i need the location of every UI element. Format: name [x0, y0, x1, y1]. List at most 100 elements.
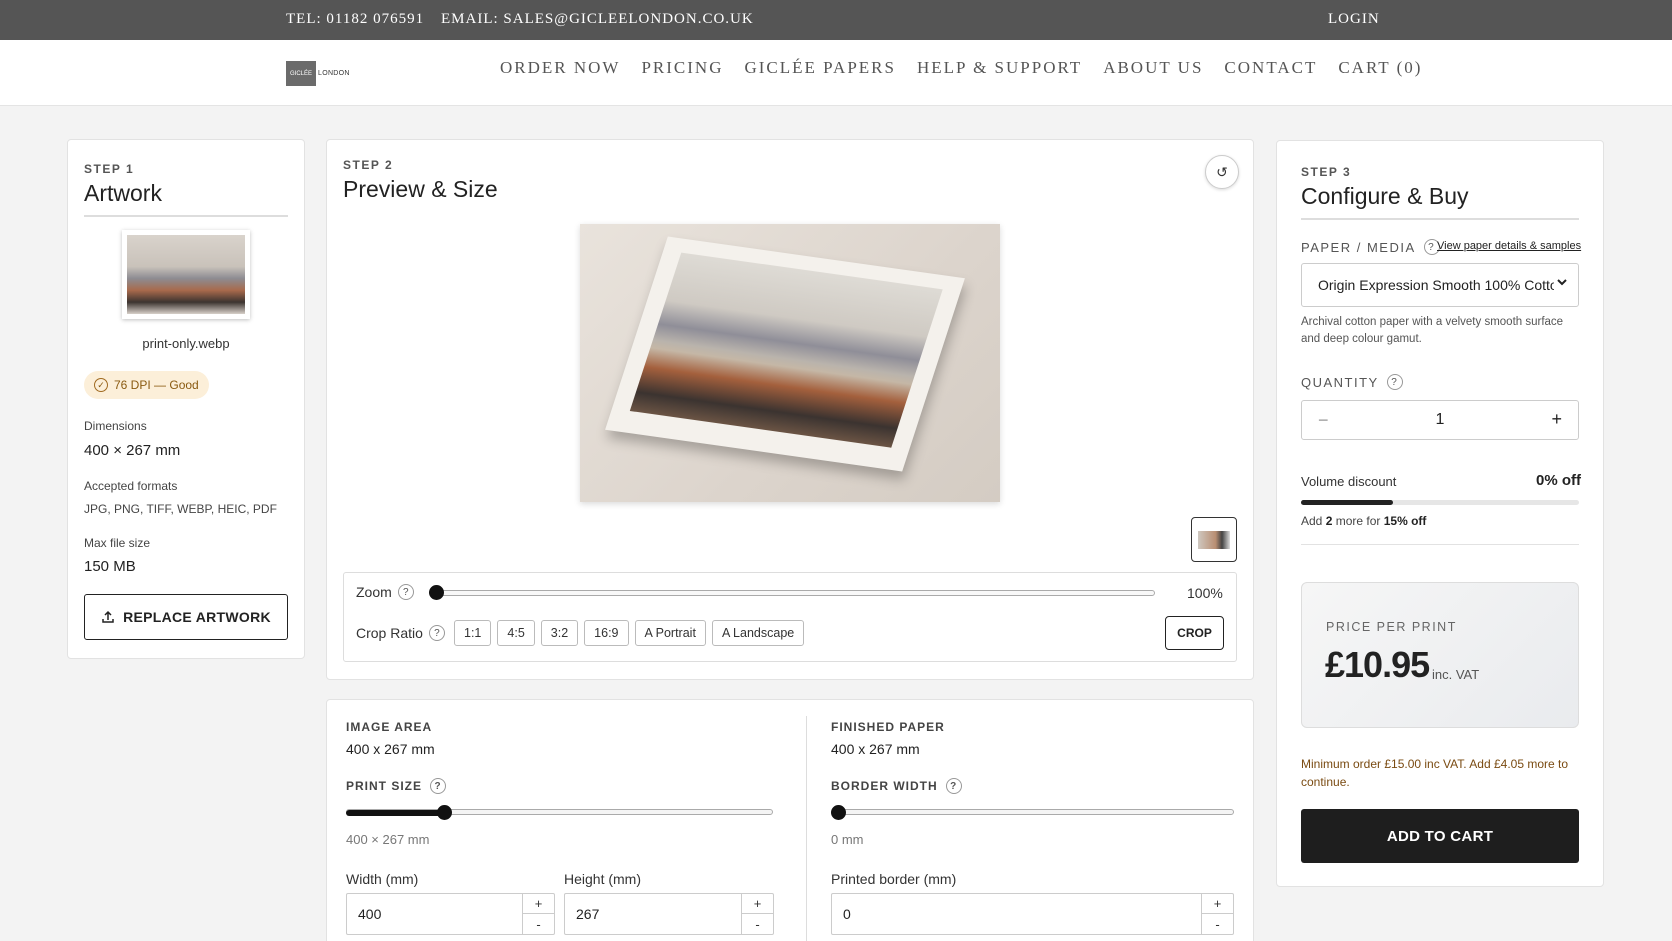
nav-contact[interactable]: CONTACT — [1224, 58, 1317, 78]
width-label: Width (mm) — [346, 871, 419, 887]
step3-title: Configure & Buy — [1301, 183, 1469, 209]
printed-border-label: Printed border (mm) — [831, 871, 957, 887]
quantity-label: QUANTITY — [1301, 374, 1379, 390]
width-input[interactable]: 400 + - — [346, 893, 555, 935]
width-increment[interactable]: + — [523, 894, 554, 914]
reset-icon: ↺ — [1216, 163, 1228, 180]
image-area-value: 400 x 267 mm — [346, 741, 435, 757]
step2-title: Preview & Size — [343, 176, 498, 202]
step1-title: Artwork — [84, 180, 162, 206]
print-size-readout: 400 × 267 mm — [346, 832, 430, 847]
price-per-print-label: PRICE PER PRINT — [1326, 620, 1457, 634]
border-width-label-row: BORDER WIDTH ? — [831, 778, 962, 794]
maxsize-label: Max file size — [84, 536, 151, 550]
zoom-slider-handle[interactable] — [429, 585, 444, 600]
crop-help-icon[interactable]: ? — [428, 625, 445, 641]
artwork-filename: print-only.webp — [142, 336, 230, 351]
replace-artwork-button[interactable]: REPLACE ARTWORK — [84, 594, 288, 640]
ratio-a-landscape[interactable]: A Landscape — [711, 620, 805, 646]
artwork-preview[interactable] — [580, 224, 1000, 502]
crop-ratio-label-row: Crop Ratio ? — [356, 625, 445, 641]
height-label: Height (mm) — [564, 871, 642, 887]
volume-discount-bar-fill — [1301, 500, 1393, 505]
check-circle-icon: ✓ — [94, 378, 108, 392]
formats-label: Accepted formats — [84, 479, 178, 493]
volume-discount-label: Volume discount — [1301, 474, 1397, 489]
quantity-stepper: 1 − + — [1301, 400, 1579, 440]
ratio-3-2[interactable]: 3:2 — [540, 620, 579, 646]
crop-ratio-options: 1:1 4:5 3:2 16:9 A Portrait A Landscape — [454, 620, 805, 646]
view-toggle-thumbnail[interactable] — [1191, 517, 1237, 562]
volume-discount-value: 0% off — [1536, 472, 1581, 489]
zoom-help-icon[interactable]: ? — [397, 584, 414, 600]
step1-artwork-card: STEP 1 Artwork — [67, 139, 305, 659]
maxsize-value: 150 MB — [84, 558, 136, 575]
paper-media-label: PAPER / MEDIA — [1301, 239, 1416, 255]
finished-paper-label: FINISHED PAPER — [831, 720, 945, 734]
email-address[interactable]: EMAIL: SALES@GICLEELONDON.CO.UK — [441, 11, 754, 28]
add-to-cart-button[interactable]: ADD TO CART — [1301, 809, 1579, 863]
sizing-divider — [806, 716, 807, 941]
minimum-order-note: Minimum order £15.00 inc VAT. Add £4.05 … — [1301, 757, 1569, 789]
quantity-decrement[interactable]: − — [1318, 410, 1329, 431]
dimensions-value: 400 × 267 mm — [84, 442, 181, 459]
login-link[interactable]: LOGIN — [1328, 11, 1380, 28]
printed-border-decrement[interactable]: - — [1202, 914, 1233, 934]
border-width-readout: 0 mm — [831, 832, 864, 847]
nav-order-now[interactable]: ORDER NOW — [500, 58, 620, 78]
nav-menu: ORDER NOW PRICING GICLÉE PAPERS HELP & S… — [500, 58, 1443, 78]
paper-selected-value: Origin Expression Smooth 100% Cotton — [1318, 277, 1566, 293]
border-help-icon[interactable]: ? — [945, 778, 962, 794]
paper-media-select[interactable]: Origin Expression Smooth 100% Cotton — [1301, 263, 1579, 307]
section-divider — [1301, 544, 1579, 545]
crop-button[interactable]: CROP — [1165, 616, 1224, 650]
reset-button[interactable]: ↺ — [1205, 155, 1239, 189]
height-increment[interactable]: + — [742, 894, 773, 914]
zoom-label: Zoom — [356, 584, 392, 600]
nav-cart[interactable]: CART (0) — [1338, 58, 1422, 78]
nav-giclee-papers[interactable]: GICLÉE PAPERS — [744, 58, 895, 78]
height-decrement[interactable]: - — [742, 914, 773, 934]
logo-mark: GICLÉE — [286, 61, 316, 86]
phone-number[interactable]: TEL: 01182 076591 — [286, 11, 424, 28]
border-width-slider-handle[interactable] — [831, 805, 846, 820]
print-size-label-row: PRINT SIZE ? — [346, 778, 447, 794]
border-width-slider[interactable] — [831, 809, 1234, 815]
logo-word: LONDON — [318, 70, 350, 77]
top-bar: TEL: 01182 076591 EMAIL: SALES@GICLEELON… — [0, 0, 1672, 40]
dpi-badge: ✓ 76 DPI — Good — [84, 371, 209, 399]
price-value: £10.95 — [1325, 644, 1430, 685]
ratio-4-5[interactable]: 4:5 — [497, 620, 535, 646]
ratio-a-portrait[interactable]: A Portrait — [634, 620, 706, 646]
quantity-value[interactable]: 1 — [1302, 411, 1578, 429]
border-width-label: BORDER WIDTH — [831, 779, 938, 793]
nav-about-us[interactable]: ABOUT US — [1103, 58, 1203, 78]
zoom-value: 100% — [1187, 585, 1223, 601]
chevron-down-icon — [1554, 276, 1570, 292]
preview-paper — [605, 236, 965, 472]
site-logo[interactable]: GICLÉE LONDON — [286, 61, 350, 86]
width-value: 400 — [358, 906, 382, 922]
printed-border-increment[interactable]: + — [1202, 894, 1233, 914]
printed-border-input[interactable]: 0 + - — [831, 893, 1234, 935]
print-size-slider-fill — [346, 810, 445, 816]
paper-details-link[interactable]: View paper details & samples — [1437, 240, 1581, 252]
nav-help-support[interactable]: HELP & SUPPORT — [917, 58, 1082, 78]
upload-icon — [102, 610, 114, 623]
width-decrement[interactable]: - — [523, 914, 554, 934]
step1-label: STEP 1 — [84, 162, 135, 176]
print-size-help-icon[interactable]: ? — [430, 778, 447, 794]
ratio-16-9[interactable]: 16:9 — [584, 620, 629, 646]
quantity-label-row: QUANTITY ? — [1301, 374, 1403, 390]
ratio-1-1[interactable]: 1:1 — [454, 620, 492, 646]
quantity-increment[interactable]: + — [1551, 409, 1562, 430]
nav-pricing[interactable]: PRICING — [641, 58, 723, 78]
zoom-label-row: Zoom ? — [356, 584, 414, 600]
dpi-badge-text: 76 DPI — Good — [114, 378, 199, 392]
quantity-help-icon[interactable]: ? — [1386, 374, 1403, 390]
step3-label: STEP 3 — [1301, 165, 1352, 179]
formats-value: JPG, PNG, TIFF, WEBP, HEIC, PDF — [84, 502, 277, 516]
zoom-slider[interactable] — [434, 590, 1155, 596]
volume-discount-hint: Add 2 more for 15% off — [1301, 514, 1427, 528]
height-input[interactable]: 267 + - — [564, 893, 774, 935]
